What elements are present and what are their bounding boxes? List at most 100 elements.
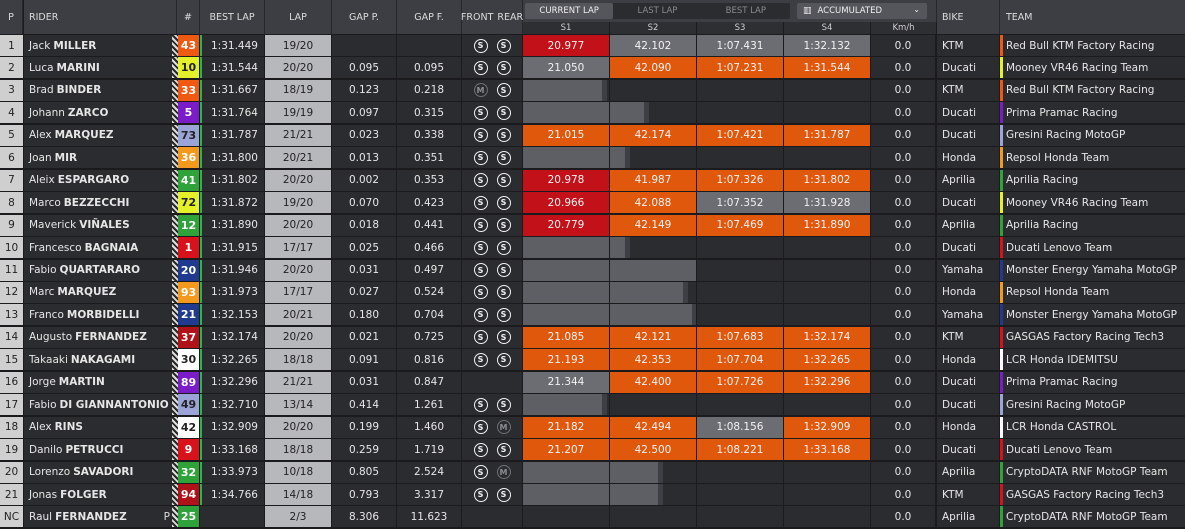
table-row[interactable]: 15 Takaaki NAKAGAMI 30 1:32.265 18/18 0.091 0.8… [0,349,1185,371]
table-row[interactable]: 9 Maverick VIÑALES 12 1:31.890 20/20 0.018 0.44… [0,214,1185,237]
rider-cell[interactable]: Marc MARQUEZ [24,281,172,303]
sector-2-cell: 42.102 [610,35,696,56]
lap-count-cell: 20/20 [265,326,331,348]
rider-cell[interactable]: Takaaki NAKAGAMI [24,349,172,371]
sector-time: 1:07.683 [716,331,764,344]
sector-3-cell [697,281,783,303]
tab-best-lap[interactable]: BEST LAP [702,3,790,19]
rider-cell[interactable]: Raul FERNANDEZ P [24,506,172,528]
lap-count-cell: 18/19 [265,79,331,101]
sector-time: 1:07.326 [716,174,764,187]
tab-last-lap[interactable]: LAST LAP [613,3,701,19]
rider-cell[interactable]: Jonas FOLGER [24,484,172,505]
sector-3-cell [697,461,783,483]
rear-tyre-icon: S [496,352,511,367]
col-team-header[interactable]: TEAM [1000,0,1185,34]
sector-time: 1:07.231 [716,61,764,74]
table-row[interactable]: 3 Brad BINDER 33 1:31.667 18/19 0.123 0.218 M S 0.… [0,79,1185,102]
col-bestlap-header[interactable]: BEST LAP [200,0,265,34]
table-row[interactable]: 16 Jorge MARTIN 89 1:32.296 21/21 0.031 0.847 21… [0,371,1185,394]
gap-first-cell: 0.441 [397,214,461,236]
table-row[interactable]: 13 Franco MORBIDELLI 21 1:32.153 20/21 0.180 0.… [0,304,1185,326]
position-cell: 19 [0,439,23,461]
rear-tyre-icon: S [496,442,511,457]
sector-1-cell: 21.207 [523,439,609,461]
front-tyre-icon: S [473,60,488,75]
table-row[interactable]: 1 Jack MILLER 43 1:31.449 19/20 S S 20.977 42.102… [0,35,1185,57]
col-gap-f-header[interactable]: GAP F. [397,0,462,34]
rear-tyre-icon: S [496,195,511,210]
rider-cell[interactable]: Aleix ESPARGARO [24,169,172,191]
rider-cell[interactable]: Johann ZARCO [24,102,172,124]
accumulated-dropdown[interactable]: ▥ ACCUMULATED ⌄ [797,3,927,19]
table-row[interactable]: 12 Marc MARQUEZ 93 1:31.973 17/17 0.027 0.524 S S… [0,281,1185,304]
rider-cell[interactable]: Luca MARINI [24,57,172,79]
table-row[interactable]: 10 Francesco BAGNAIA 1 1:31.915 17/17 0.025 0.4… [0,237,1185,259]
team-name: Ducati Lenovo Team [1006,443,1113,456]
rider-cell[interactable]: Francesco BAGNAIA [24,237,172,259]
col-bike-header[interactable]: BIKE [937,0,1000,34]
position-cell: 18 [0,416,23,438]
table-row[interactable]: 8 Marco BEZZECCHI 72 1:31.872 19/20 0.070 0.423… [0,192,1185,214]
bike-cell: KTM [937,484,999,505]
col-number-header[interactable]: # [177,0,200,34]
rider-first-name: Augusto [29,331,73,344]
rider-cell[interactable]: Lorenzo SAVADORI [24,461,172,483]
team-color-bar [1000,79,1003,101]
rider-cell[interactable]: Marco BEZZECCHI [24,192,172,214]
table-row[interactable]: 14 Augusto FERNANDEZ 37 1:32.174 20/20 0.021 0.… [0,326,1185,349]
bike-cell: Honda [937,147,999,169]
col-tyres-header[interactable]: FRONT REAR [461,0,523,34]
rider-cell[interactable]: Jack MILLER [24,35,172,56]
rider-first-name: Alex [29,421,52,434]
bike-cell: Ducati [937,192,999,214]
table-row[interactable]: 21 Jonas FOLGER 94 1:34.766 14/18 0.793 3.317 S S… [0,484,1185,506]
best-lap-cell: 1:32.909 [200,416,264,438]
rider-cell[interactable]: Augusto FERNANDEZ [24,326,172,348]
table-row[interactable]: 4 Johann ZARCO 5 1:31.764 19/19 0.097 0.315 S S 0.… [0,102,1185,124]
table-row[interactable]: 11 Fabio QUARTARARO 20 1:31.946 20/20 0.031 0.4… [0,259,1185,282]
col-pos-header[interactable]: P [0,0,23,34]
gap-first-cell: 0.704 [397,304,461,326]
rider-first-name: Takaaki [29,353,68,366]
rider-cell[interactable]: Joan MIR [24,147,172,169]
rider-cell[interactable]: Fabio DI GIANNANTONIO [24,394,172,416]
rider-cell[interactable]: Maverick VIÑALES [24,214,172,236]
rider-cell[interactable]: Fabio QUARTARARO [24,259,172,281]
table-row[interactable]: 17 Fabio DI GIANNANTONIO 49 1:32.710 13/14 0.4… [0,394,1185,416]
best-lap-cell: 1:32.710 [200,394,264,416]
gap-previous-cell: 0.097 [332,102,396,124]
table-row[interactable]: 6 Joan MIR 36 1:31.800 20/21 0.013 0.351 S S 0.0 Ho… [0,147,1185,169]
col-rider-header[interactable]: RIDER [24,0,177,34]
rider-cell[interactable]: Alex MARQUEZ [24,124,172,146]
team-cell: Prima Pramac Racing [1000,371,1185,393]
best-lap-cell: 1:32.265 [200,349,264,371]
rider-first-name: Aleix [29,174,55,187]
sector-1-cell [523,79,609,101]
rider-first-name: Raul [29,510,53,523]
rider-cell[interactable]: Brad BINDER [24,79,172,101]
team-color-bar [1000,169,1003,191]
rider-cell[interactable]: Danilo PETRUCCI [24,439,172,461]
table-row[interactable]: 5 Alex MARQUEZ 73 1:31.787 21/21 0.023 0.338 S S 2… [0,124,1185,147]
lap-count-cell: 13/14 [265,394,331,416]
tab-current-lap[interactable]: CURRENT LAP [525,3,614,19]
sector-4-cell [784,259,870,281]
team-name: Prima Pramac Racing [1006,106,1118,119]
col-gap-p-header[interactable]: GAP P. [332,0,397,34]
table-row[interactable]: NC Raul FERNANDEZ P 25 2/3 8.306 11.623 0.0 April… [0,506,1185,528]
rider-cell[interactable]: Jorge MARTIN [24,371,172,393]
col-lap-header[interactable]: LAP [265,0,332,34]
table-row[interactable]: 18 Alex RINS 42 1:32.909 20/20 0.199 1.460 S M 21.… [0,416,1185,439]
team-cell: Repsol Honda Team [1000,281,1185,303]
rider-cell[interactable]: Alex RINS [24,416,172,438]
rider-last-name: BINDER [56,84,102,97]
table-row[interactable]: 20 Lorenzo SAVADORI 32 1:33.973 10/18 0.805 2.5… [0,461,1185,484]
table-row[interactable]: 2 Luca MARINI 10 1:31.544 20/20 0.095 0.095 S S 21… [0,57,1185,79]
table-row[interactable]: 7 Aleix ESPARGARO 41 1:31.802 20/20 0.002 0.353… [0,169,1185,192]
rider-cell[interactable]: Franco MORBIDELLI [24,304,172,326]
table-row[interactable]: 19 Danilo PETRUCCI 9 1:33.168 18/18 0.259 1.719… [0,439,1185,461]
sector-progress-bar [523,394,602,416]
sector-2-cell [610,259,696,281]
position-cell: 5 [0,124,23,146]
